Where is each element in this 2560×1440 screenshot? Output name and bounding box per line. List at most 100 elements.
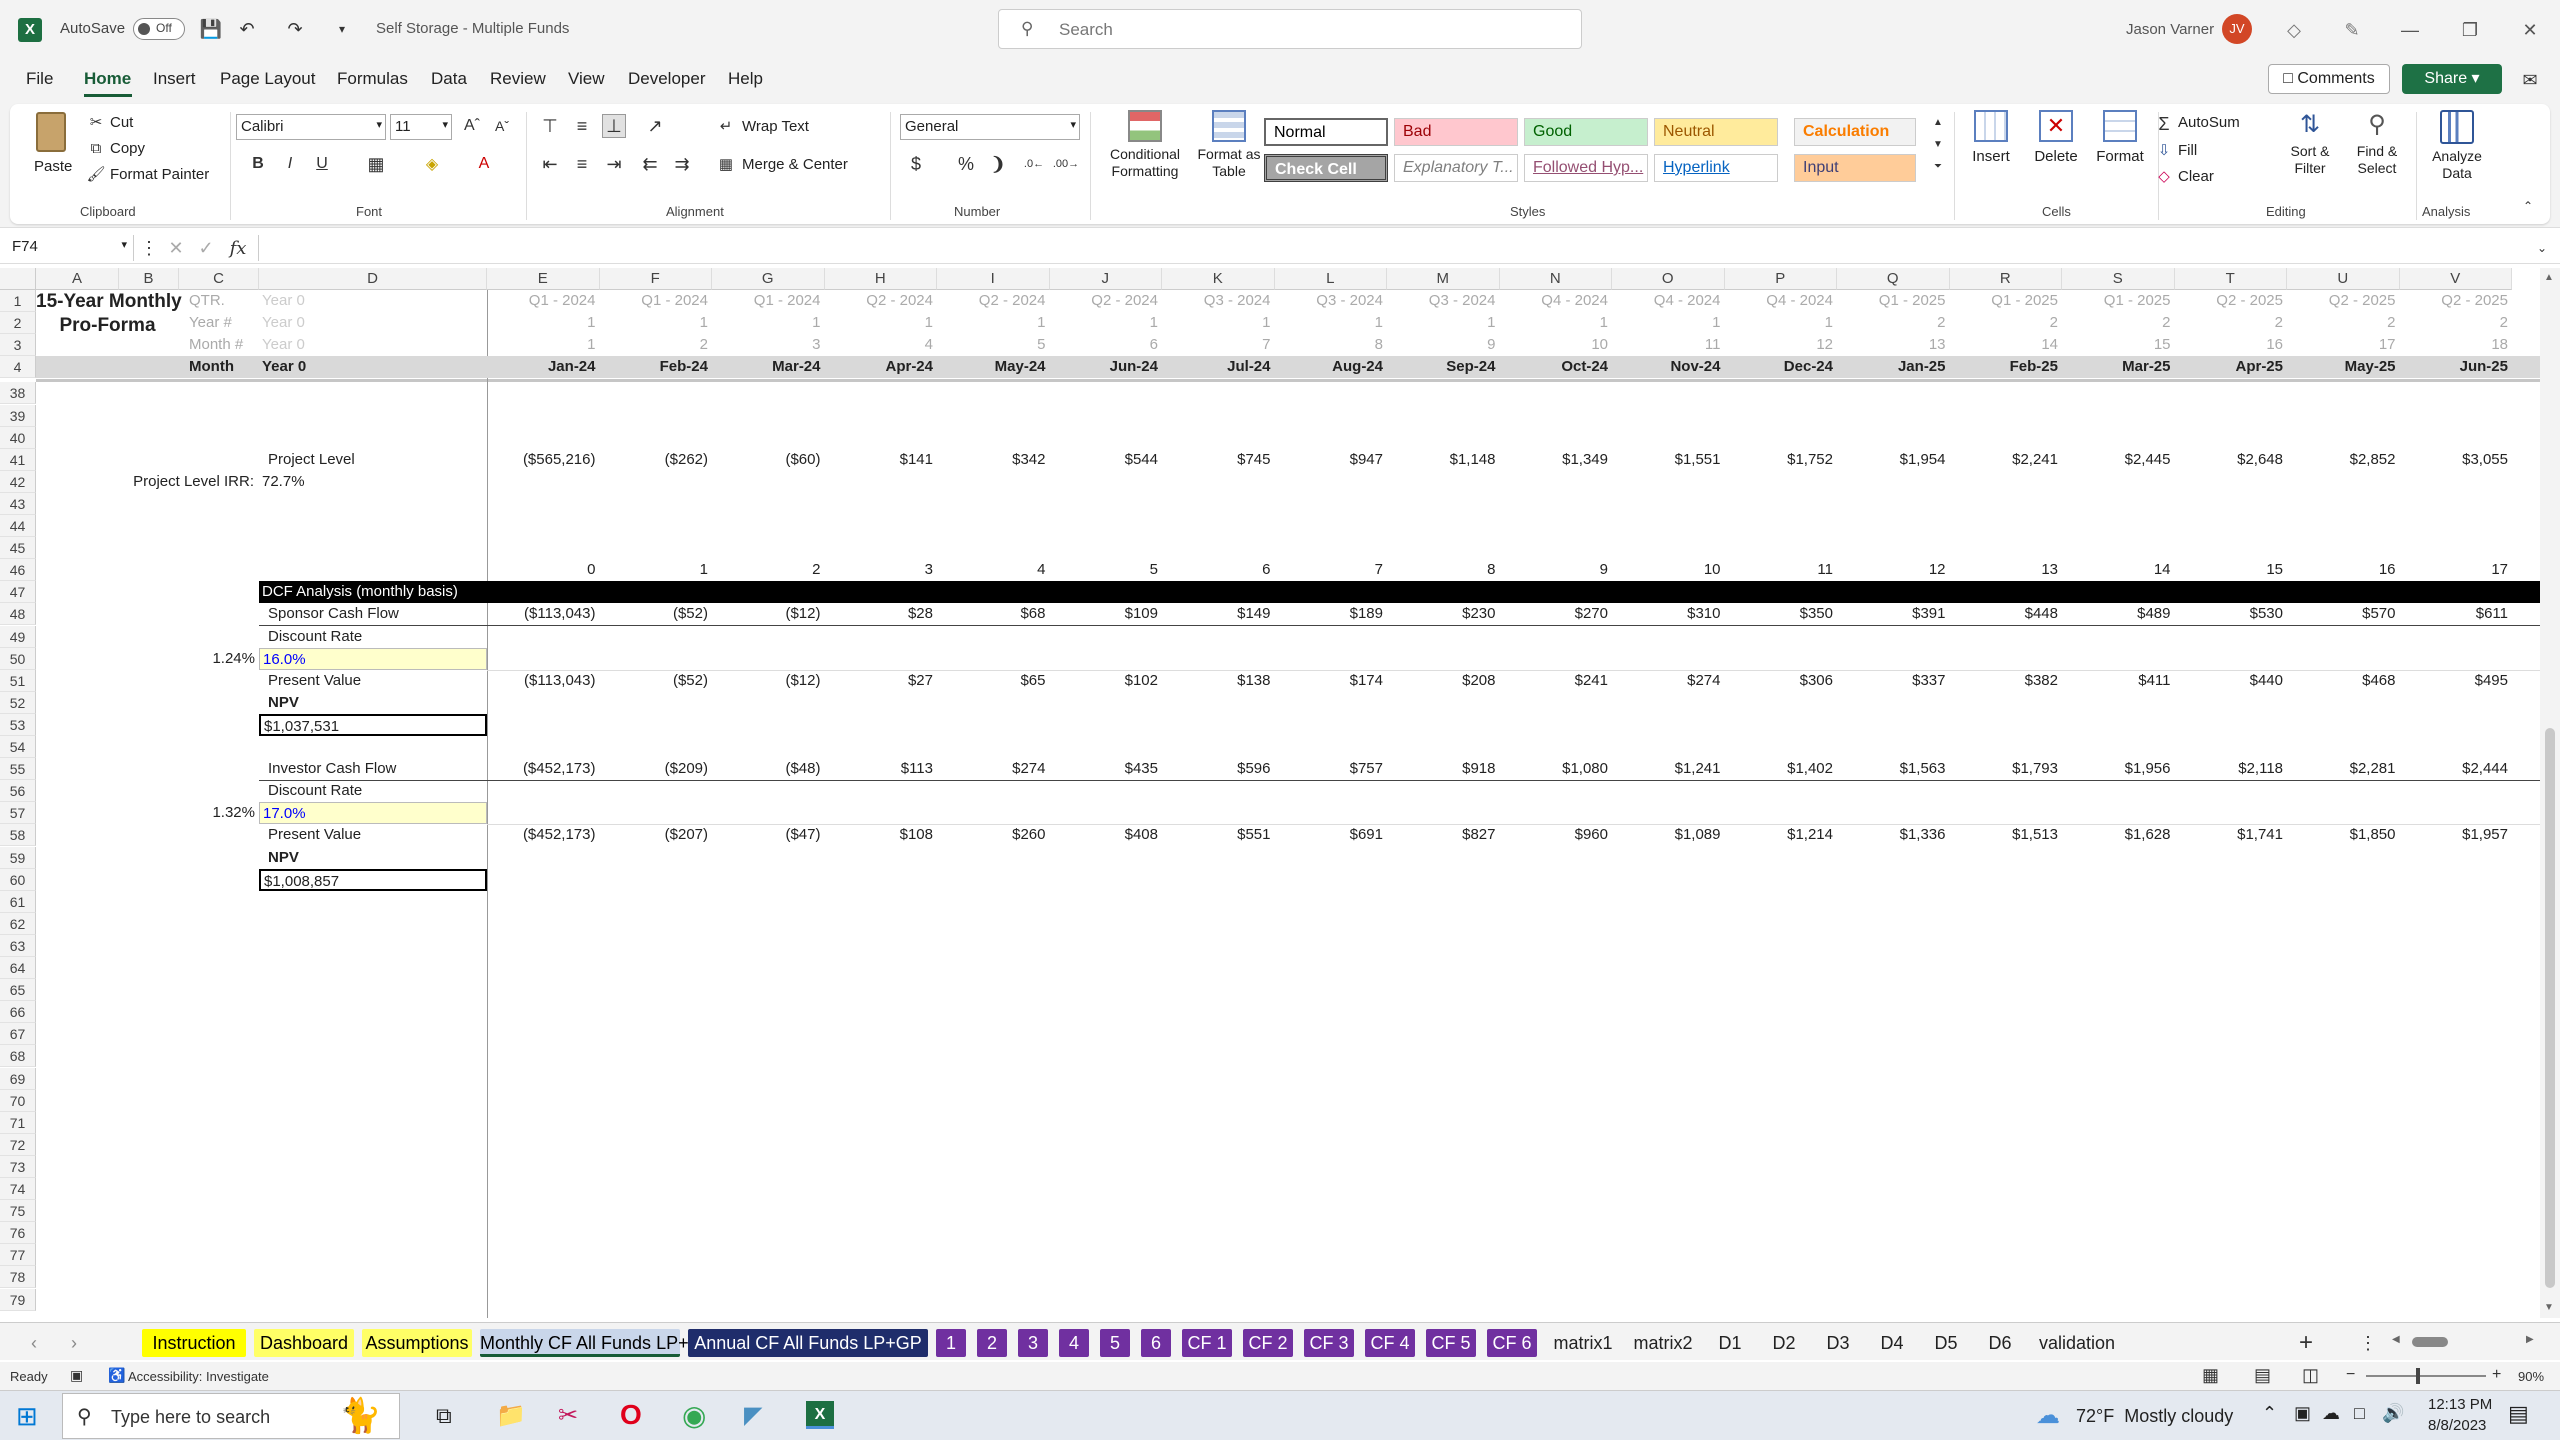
- sheet-tab-validation[interactable]: validation: [2032, 1329, 2122, 1357]
- insert-function-icon[interactable]: fx: [226, 236, 250, 260]
- row-header[interactable]: 53: [0, 713, 36, 736]
- sheet-tab-d1[interactable]: D1: [1708, 1329, 1752, 1357]
- zoom-slider-thumb[interactable]: [2416, 1368, 2420, 1384]
- align-right-icon[interactable]: ⇥: [602, 152, 626, 176]
- column-header-M[interactable]: M: [1387, 268, 1500, 290]
- feedback-icon[interactable]: ✉: [2516, 66, 2544, 94]
- sheet-tab-3[interactable]: 3: [1018, 1329, 1048, 1357]
- cell-style-bad[interactable]: Bad: [1394, 118, 1518, 146]
- increase-indent-icon[interactable]: ⇉: [670, 152, 694, 176]
- weather-icon[interactable]: ☁: [2036, 1401, 2060, 1430]
- row-header[interactable]: 42: [0, 470, 36, 493]
- more-icon[interactable]: ⋮: [140, 236, 158, 260]
- row-header[interactable]: 62: [0, 912, 36, 935]
- row-header[interactable]: 66: [0, 1001, 36, 1024]
- sheet-tab-d6[interactable]: D6: [1978, 1329, 2022, 1357]
- row-header[interactable]: 63: [0, 934, 36, 957]
- row-header[interactable]: 52: [0, 691, 36, 714]
- row-header[interactable]: 50: [0, 647, 36, 670]
- clock-date[interactable]: 8/8/2023: [2428, 1417, 2486, 1434]
- sheet-tab-6[interactable]: 6: [1141, 1329, 1171, 1357]
- row-header[interactable]: 44: [0, 515, 36, 537]
- zoom-in-icon[interactable]: +: [2492, 1366, 2501, 1384]
- row-header[interactable]: 60: [0, 868, 36, 891]
- row-header[interactable]: 64: [0, 957, 36, 979]
- h-scroll-thumb[interactable]: [2412, 1337, 2448, 1347]
- row-header[interactable]: 59: [0, 846, 36, 869]
- menu-view[interactable]: View: [568, 69, 605, 89]
- sheet-tab-matrix1[interactable]: matrix1: [1548, 1329, 1618, 1357]
- column-header-G[interactable]: G: [712, 268, 825, 290]
- opera-icon[interactable]: O: [620, 1399, 642, 1431]
- column-header-O[interactable]: O: [1612, 268, 1725, 290]
- sheet-tab-assumptions[interactable]: Assumptions: [362, 1329, 472, 1357]
- sheet-tab-monthly-cf-all-funds-lp-gp[interactable]: Monthly CF All Funds LP+GP: [480, 1329, 715, 1357]
- scroll-thumb[interactable]: [2545, 728, 2555, 1288]
- column-header-N[interactable]: N: [1499, 268, 1612, 290]
- row-header[interactable]: 69: [0, 1067, 36, 1090]
- cell-style-normal[interactable]: Normal: [1264, 118, 1388, 146]
- vertical-scrollbar[interactable]: ▲ ▼: [2540, 268, 2560, 1318]
- row-header[interactable]: 65: [0, 979, 36, 1002]
- row-header[interactable]: 39: [0, 404, 36, 427]
- document-title[interactable]: Self Storage - Multiple Funds: [376, 20, 569, 37]
- currency-icon[interactable]: $: [904, 152, 928, 176]
- select-all-corner[interactable]: [0, 268, 36, 290]
- sheet-tab-cf-5[interactable]: CF 5: [1426, 1329, 1476, 1357]
- row-header[interactable]: 77: [0, 1244, 36, 1267]
- spreadsheet-grid[interactable]: A B C D E F G H I J K L M N O P Q R S T U V 1 2 3 4 38 39 40 41 42 43 44…: [0, 268, 2550, 1318]
- conditional-formatting-button[interactable]: Conditional Formatting: [1100, 110, 1190, 198]
- cut-button[interactable]: Cut: [110, 114, 133, 131]
- row-header[interactable]: 54: [0, 736, 36, 758]
- row-header[interactable]: 68: [0, 1045, 36, 1068]
- scroll-up-icon[interactable]: ▲: [2544, 272, 2554, 283]
- cell-style-calculation[interactable]: Calculation: [1794, 118, 1916, 146]
- clock-time[interactable]: 12:13 PM: [2428, 1396, 2492, 1413]
- customize-toolbar-icon[interactable]: ▾: [332, 16, 352, 42]
- autosave-toggle[interactable]: Off: [133, 18, 185, 40]
- clear-button[interactable]: Clear: [2178, 168, 2214, 185]
- row-header[interactable]: 4: [0, 356, 36, 379]
- zoom-slider[interactable]: [2366, 1368, 2486, 1384]
- cell-style-followed-hyp[interactable]: Followed Hyp...: [1524, 154, 1648, 182]
- next-sheet-icon[interactable]: ›: [64, 1331, 84, 1355]
- save-icon[interactable]: 💾: [198, 16, 224, 42]
- show-hidden-icons[interactable]: ⌃: [2262, 1403, 2277, 1424]
- row-header[interactable]: 45: [0, 537, 36, 560]
- sheet-tab-dashboard[interactable]: Dashboard: [254, 1329, 354, 1357]
- column-header-P[interactable]: P: [1724, 268, 1837, 290]
- sheet-tab-cf-4[interactable]: CF 4: [1365, 1329, 1415, 1357]
- close-icon[interactable]: ✕: [2516, 16, 2544, 44]
- row-header[interactable]: 49: [0, 625, 36, 648]
- sheet-tab-cf-6[interactable]: CF 6: [1487, 1329, 1537, 1357]
- menu-page-layout[interactable]: Page Layout: [220, 69, 315, 89]
- font-size-select[interactable]: 11 ▾: [390, 114, 452, 140]
- insert-cells-button[interactable]: Insert: [1966, 110, 2016, 198]
- row-header[interactable]: 70: [0, 1089, 36, 1112]
- row-header[interactable]: 43: [0, 492, 36, 515]
- merge-center-button[interactable]: Merge & Center: [742, 156, 848, 173]
- sheet-tab-d4[interactable]: D4: [1870, 1329, 1914, 1357]
- row-header[interactable]: 2: [0, 312, 36, 335]
- pen-icon[interactable]: ✎: [2338, 16, 2366, 44]
- row-header[interactable]: 1: [0, 290, 36, 312]
- row-header[interactable]: 78: [0, 1266, 36, 1289]
- avatar[interactable]: JV: [2222, 14, 2252, 44]
- row-header[interactable]: 75: [0, 1200, 36, 1223]
- column-header-I[interactable]: I: [937, 268, 1050, 290]
- normal-view-icon[interactable]: ▦: [2202, 1365, 2219, 1386]
- row-header[interactable]: 46: [0, 559, 36, 582]
- find-select-button[interactable]: ⚲ Find & Select: [2346, 110, 2408, 198]
- file-explorer-icon[interactable]: 📁: [496, 1401, 526, 1430]
- cancel-edit-icon[interactable]: ✕: [164, 236, 188, 260]
- comma-icon[interactable]: ❩: [988, 152, 1008, 176]
- align-top-icon[interactable]: ⊤: [538, 114, 562, 138]
- underline-icon[interactable]: U: [310, 152, 334, 176]
- comments-button[interactable]: □ Comments: [2268, 64, 2390, 94]
- percent-icon[interactable]: %: [954, 152, 978, 176]
- sheet-tab-d3[interactable]: D3: [1816, 1329, 1860, 1357]
- row-header[interactable]: 73: [0, 1155, 36, 1178]
- menu-insert[interactable]: Insert: [153, 69, 196, 89]
- column-header-V[interactable]: V: [2399, 268, 2512, 290]
- column-header-H[interactable]: H: [824, 268, 937, 290]
